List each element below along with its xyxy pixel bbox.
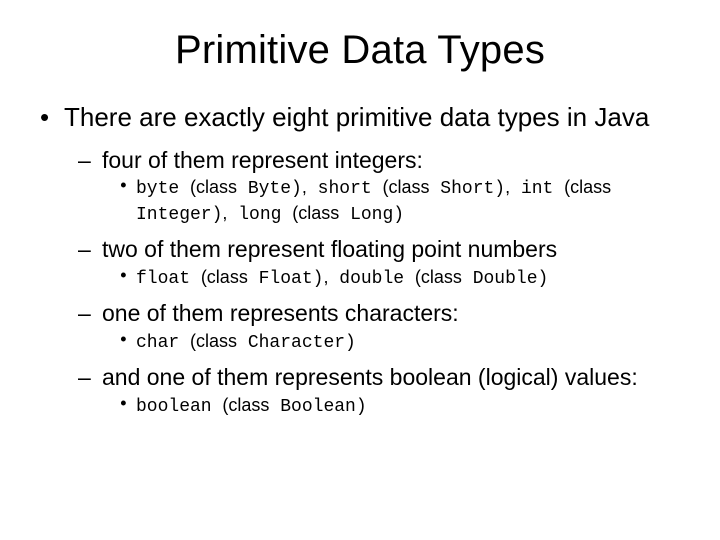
bullet-level-3-code: byte (class Byte), short (class Short), … <box>36 176 684 227</box>
bullet-level-1: There are exactly eight primitive data t… <box>36 101 684 134</box>
bullet-level-2: and one of them represents boolean (logi… <box>36 363 684 392</box>
bullet-level-2: two of them represent floating point num… <box>36 235 684 264</box>
bullet-level-3-code: float (class Float), double (class Doubl… <box>36 266 684 291</box>
bullet-level-3-code: char (class Character) <box>36 330 684 355</box>
slide-title: Primitive Data Types <box>36 28 684 73</box>
bullet-level-2: four of them represent integers: <box>36 146 684 175</box>
bullet-level-3-code: boolean (class Boolean) <box>36 394 684 419</box>
bullet-level-2: one of them represents characters: <box>36 299 684 328</box>
